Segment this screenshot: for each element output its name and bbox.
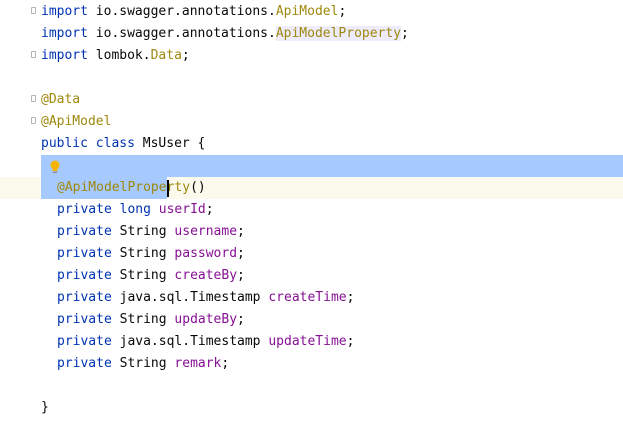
keyword: import <box>41 26 88 41</box>
semicolon: ; <box>346 334 355 349</box>
type: java.sql.Timestamp <box>111 334 269 349</box>
class-name: Data <box>150 48 182 63</box>
semicolon: ; <box>237 268 245 283</box>
type: String <box>111 246 175 261</box>
class-name: ApiModelProperty <box>275 26 402 41</box>
field-name: updateTime <box>268 334 347 349</box>
code-line[interactable]: public class MsUser { <box>0 133 623 155</box>
code-line[interactable]: } <box>0 397 623 419</box>
field-name: userId <box>158 202 206 217</box>
annotation: @ApiModelPrope <box>57 180 167 195</box>
code-editor[interactable]: import io.swagger.annotations.ApiModel; … <box>0 0 623 432</box>
type: String <box>111 224 175 239</box>
keyword: private <box>57 356 112 371</box>
code-line[interactable]: private String username; <box>0 221 623 243</box>
semicolon: ; <box>401 26 409 41</box>
annotation: @Data <box>41 92 81 107</box>
keyword: private <box>57 202 112 217</box>
code-line[interactable]: import io.swagger.annotations.ApiModel; <box>0 1 623 23</box>
code-line[interactable]: private String createBy; <box>0 265 623 287</box>
field-name: updateBy <box>174 312 238 327</box>
semicolon: ; <box>205 202 214 217</box>
closing-brace: } <box>41 400 49 415</box>
keyword: public <box>41 136 88 151</box>
code-line[interactable]: @ApiModelProperty() <box>0 177 623 199</box>
code-line[interactable]: private java.sql.Timestamp createTime; <box>0 287 623 309</box>
code-line[interactable]: import io.swagger.annotations.ApiModelPr… <box>0 23 623 45</box>
code-line[interactable]: private long userId; <box>0 199 623 221</box>
semicolon: ; <box>237 246 245 261</box>
type: String <box>111 356 175 371</box>
semicolon: ; <box>338 4 347 19</box>
keyword: private <box>57 268 112 283</box>
class-name: ApiModel <box>275 4 339 19</box>
keyword: private <box>57 224 112 239</box>
keyword: class <box>87 136 135 151</box>
annotation: @ApiModel <box>41 114 112 129</box>
class-name: MsUser { <box>134 136 206 151</box>
field-name: remark <box>174 356 222 371</box>
semicolon: ; <box>221 356 230 371</box>
lightbulb-icon[interactable] <box>49 160 61 174</box>
field-name: createTime <box>268 290 347 305</box>
semicolon: ; <box>346 290 355 305</box>
type: java.sql.Timestamp <box>111 290 269 305</box>
semicolon: ; <box>237 224 245 239</box>
package-path: io.swagger.annotations. <box>87 26 276 41</box>
code-line[interactable]: import lombok.Data; <box>0 45 623 67</box>
keyword: import <box>41 4 88 19</box>
package-path: lombok. <box>87 48 151 63</box>
code-line[interactable]: private String remark; <box>0 353 623 375</box>
semicolon: ; <box>181 48 190 63</box>
text-selection <box>41 155 623 177</box>
semicolon: ; <box>237 312 245 327</box>
package-path: io.swagger.annotations. <box>87 4 276 19</box>
keyword: import <box>41 48 88 63</box>
text-caret <box>167 180 169 197</box>
code-line[interactable]: private java.sql.Timestamp updateTime; <box>0 331 623 353</box>
keyword: private <box>57 246 112 261</box>
field-name: createBy <box>174 268 238 283</box>
keyword: private <box>57 290 112 305</box>
code-line[interactable]: @Data <box>0 89 623 111</box>
field-name: username <box>174 224 238 239</box>
annotation: rty <box>166 180 191 195</box>
code-line[interactable]: private String password; <box>0 243 623 265</box>
code-line[interactable]: @ApiModel <box>0 111 623 133</box>
type: String <box>111 312 175 327</box>
type: String <box>111 268 175 283</box>
type: long <box>111 202 159 217</box>
parentheses: () <box>190 180 206 195</box>
code-line[interactable]: private String updateBy; <box>0 309 623 331</box>
keyword: private <box>57 334 112 349</box>
field-name: password <box>174 246 238 261</box>
keyword: private <box>57 312 112 327</box>
